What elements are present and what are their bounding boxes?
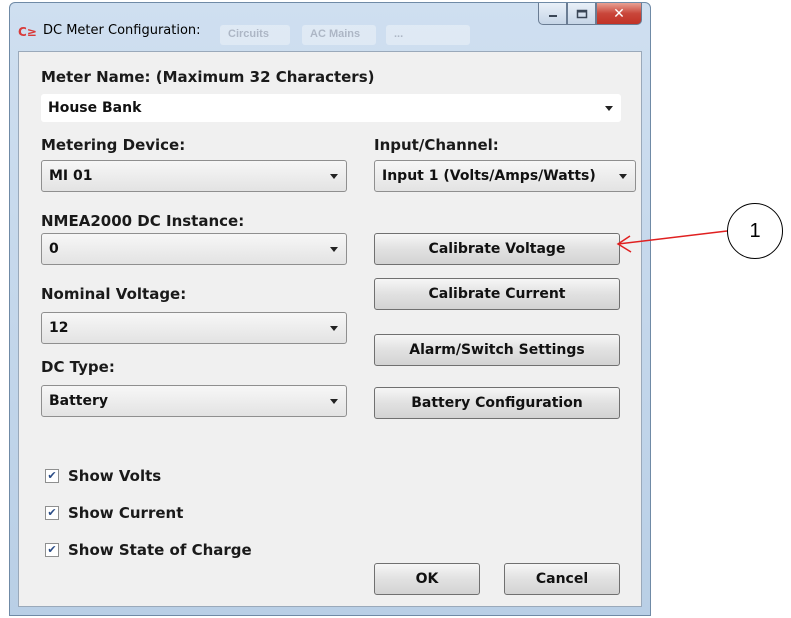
- annotation-callout: 1: [727, 203, 783, 259]
- annotation-arrow: [616, 230, 728, 253]
